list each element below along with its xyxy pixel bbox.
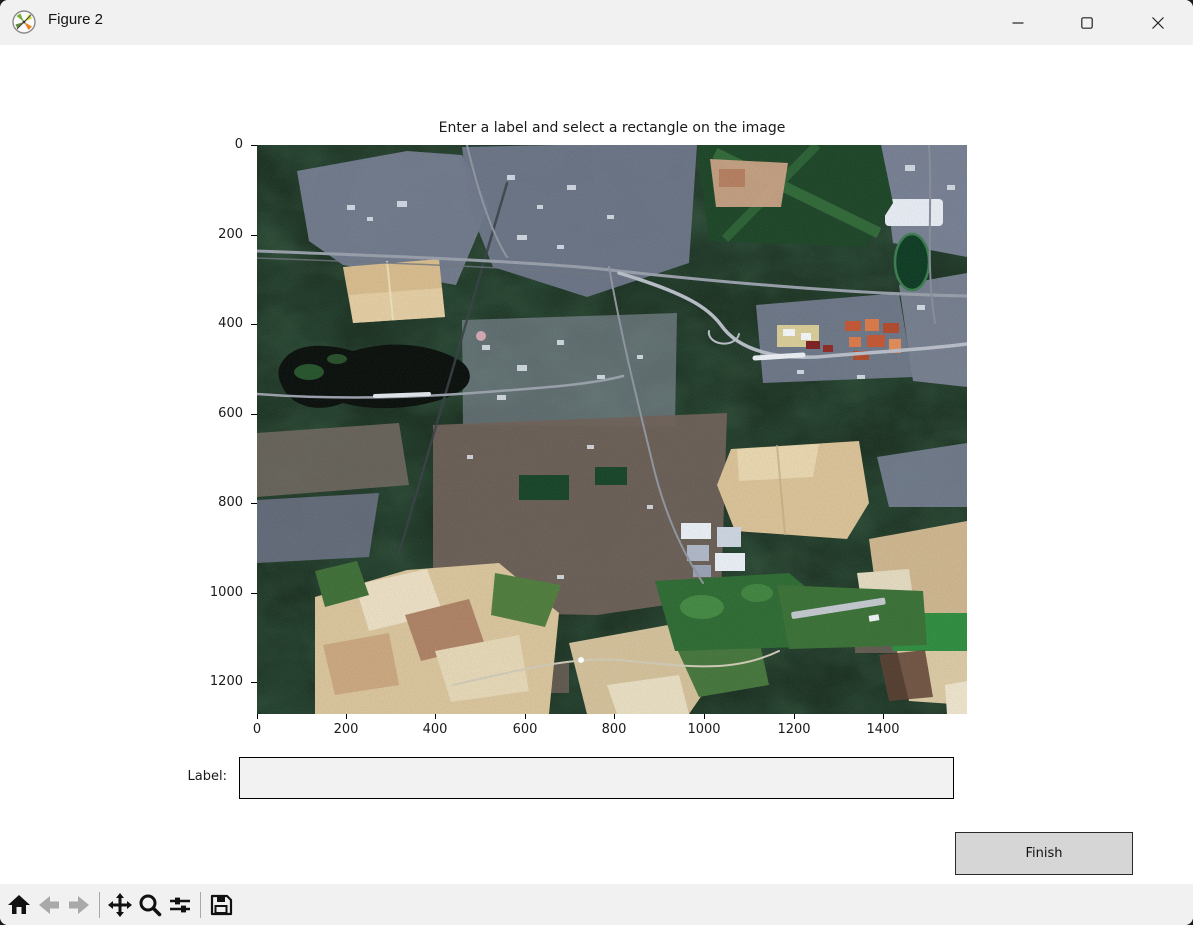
satellite-image-canvas[interactable]	[257, 145, 967, 714]
figure-window: Figure 2 Enter a label and select a rect…	[0, 0, 1193, 925]
x-tick-mark	[614, 714, 615, 719]
finish-button-label: Finish	[1025, 846, 1062, 861]
configure-subplots-icon	[168, 893, 192, 917]
x-tick-label: 400	[405, 722, 465, 737]
x-tick-label: 1400	[853, 722, 913, 737]
toolbar-separator	[200, 892, 201, 918]
x-tick-label: 200	[316, 722, 376, 737]
x-tick-mark	[346, 714, 347, 719]
plot-title: Enter a label and select a rectangle on …	[257, 120, 967, 136]
pan-icon	[107, 892, 133, 918]
close-icon	[1151, 16, 1165, 30]
titlebar[interactable]: Figure 2	[0, 0, 1193, 45]
x-tick-label: 800	[584, 722, 644, 737]
finish-button[interactable]: Finish	[955, 832, 1133, 875]
y-tick-label: 1200	[158, 674, 243, 689]
x-tick-mark	[435, 714, 436, 719]
x-tick-mark	[794, 714, 795, 719]
x-tick-label: 600	[495, 722, 555, 737]
y-tick-label: 800	[158, 495, 243, 510]
x-tick-label: 1000	[674, 722, 734, 737]
forward-arrow-icon	[67, 893, 91, 917]
y-tick-label: 0	[158, 137, 243, 152]
toolbar-forward-button[interactable]	[64, 889, 94, 921]
save-floppy-icon	[209, 893, 233, 917]
satellite-image	[257, 145, 967, 714]
maximize-button[interactable]	[1064, 0, 1110, 45]
navigation-toolbar	[0, 884, 1193, 925]
zoom-magnifier-icon	[138, 893, 162, 917]
toolbar-zoom-button[interactable]	[135, 889, 165, 921]
matplotlib-logo-icon	[12, 10, 36, 34]
x-tick-label: 1200	[764, 722, 824, 737]
label-input[interactable]	[239, 757, 954, 799]
y-tick-label: 1000	[158, 585, 243, 600]
x-tick-mark	[704, 714, 705, 719]
y-tick-label: 400	[158, 316, 243, 331]
x-tick-mark	[525, 714, 526, 719]
toolbar-back-button[interactable]	[34, 889, 64, 921]
y-tick-label: 200	[158, 227, 243, 242]
window-title: Figure 2	[48, 11, 103, 28]
toolbar-save-button[interactable]	[206, 889, 236, 921]
label-caption: Label:	[118, 769, 227, 784]
x-tick-mark	[883, 714, 884, 719]
noise-overlay	[257, 145, 967, 714]
x-tick-mark	[257, 714, 258, 719]
toolbar-separator	[99, 892, 100, 918]
close-button[interactable]	[1135, 0, 1181, 45]
maximize-icon	[1080, 16, 1094, 30]
toolbar-home-button[interactable]	[4, 889, 34, 921]
minimize-button[interactable]	[995, 0, 1041, 45]
toolbar-subplots-button[interactable]	[165, 889, 195, 921]
y-tick-label: 600	[158, 406, 243, 421]
toolbar-pan-button[interactable]	[105, 889, 135, 921]
back-arrow-icon	[37, 893, 61, 917]
home-icon	[7, 893, 31, 917]
minimize-icon	[1011, 16, 1025, 30]
x-tick-label: 0	[227, 722, 287, 737]
